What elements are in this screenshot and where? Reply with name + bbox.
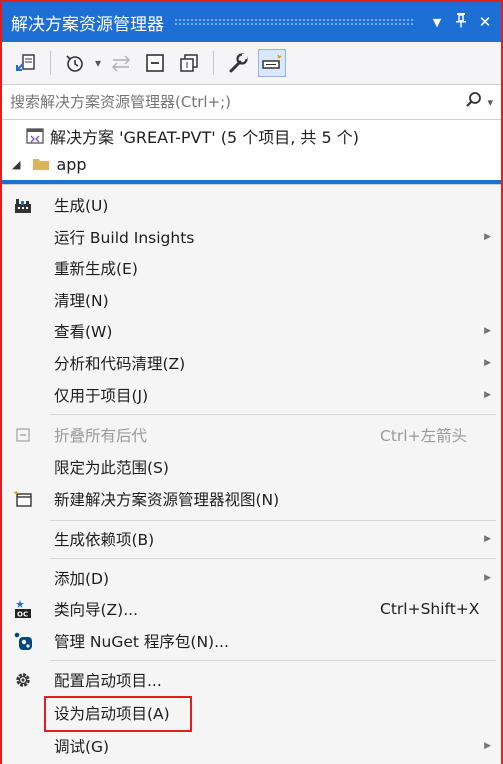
sync-view-icon[interactable] xyxy=(12,49,40,77)
solution-explorer-toolbar: ▾ xyxy=(2,42,501,84)
menu-item-add[interactable]: 添加(D) ▶ xyxy=(2,562,501,593)
search-options-dropdown-icon[interactable]: ▾ xyxy=(487,96,493,109)
menu-item-view[interactable]: 查看(W) ▶ xyxy=(2,315,501,346)
toolbar-separator xyxy=(213,51,215,75)
nuget-icon xyxy=(10,628,36,654)
menu-item-shortcut: Ctrl+Shift+X xyxy=(380,599,480,618)
title-grip[interactable] xyxy=(174,18,415,26)
project-label: app xyxy=(56,154,87,174)
search-box[interactable]: ▾ xyxy=(2,84,501,120)
tree-item-solution[interactable]: 解决方案 'GREAT-PVT' (5 个项目, 共 5 个) xyxy=(2,122,501,150)
menu-item-label: 管理 NuGet 程序包(N)... xyxy=(54,632,229,651)
show-all-files-icon[interactable] xyxy=(175,49,203,77)
menu-item-label: 新建解决方案资源管理器视图(N) xyxy=(54,490,280,509)
history-dropdown-icon[interactable]: ▾ xyxy=(95,56,101,70)
context-menu: 生成(U) 运行 Build Insights ▶ 重新生成(E) 清理(N) … xyxy=(2,184,501,764)
gear-icon xyxy=(10,667,36,693)
menu-item-analyze-code-cleanup[interactable]: 分析和代码清理(Z) ▶ xyxy=(2,347,501,378)
menu-item-label: 分析和代码清理(Z) xyxy=(54,354,186,373)
menu-item-label: 查看(W) xyxy=(54,322,113,341)
solution-label: 解决方案 'GREAT-PVT' (5 个项目, 共 5 个) xyxy=(50,128,360,147)
folder-icon xyxy=(32,156,50,172)
menu-item-label: 生成依赖项(B) xyxy=(54,530,155,549)
menu-item-rebuild[interactable]: 重新生成(E) xyxy=(2,252,501,283)
submenu-arrow-icon: ▶ xyxy=(484,572,491,583)
pin-icon[interactable] xyxy=(449,12,473,32)
menu-item-scope-to-this[interactable]: 限定为此范围(S) xyxy=(2,451,501,482)
submenu-arrow-icon: ▶ xyxy=(484,357,491,368)
preview-selected-icon[interactable] xyxy=(258,49,287,77)
submenu-arrow-icon: ▶ xyxy=(484,231,491,242)
panel-title: 解决方案资源管理器 xyxy=(11,14,164,35)
menu-item-project-only[interactable]: 仅用于项目(J) ▶ xyxy=(2,379,501,410)
submenu-arrow-icon: ▶ xyxy=(484,325,491,336)
search-input[interactable] xyxy=(10,93,466,111)
menu-item-label: 清理(N) xyxy=(54,291,109,310)
new-view-icon xyxy=(10,486,36,512)
solution-icon xyxy=(26,127,44,145)
close-icon[interactable]: ✕ xyxy=(473,13,497,31)
menu-item-shortcut: Ctrl+左箭头 xyxy=(380,426,468,445)
collapse-icon xyxy=(10,422,36,448)
menu-item-label: 运行 Build Insights xyxy=(54,228,195,247)
svg-text:OC: OC xyxy=(17,610,28,618)
menu-item-label: 限定为此范围(S) xyxy=(54,458,169,477)
tree-item-project-app[interactable]: ◢ app xyxy=(2,150,501,178)
menu-item-label: 类向导(Z)... xyxy=(54,600,138,619)
collapse-all-icon[interactable] xyxy=(141,49,169,77)
menu-item-manage-nuget[interactable]: 管理 NuGet 程序包(N)... xyxy=(2,625,501,656)
menu-item-clean[interactable]: 清理(N) xyxy=(2,284,501,315)
menu-item-label: 折叠所有后代 xyxy=(54,426,148,445)
menu-item-label: 添加(D) xyxy=(54,569,110,588)
submenu-arrow-icon: ▶ xyxy=(484,740,491,751)
submenu-arrow-icon: ▶ xyxy=(484,389,491,400)
menu-item-run-build-insights[interactable]: 运行 Build Insights ▶ xyxy=(2,221,501,252)
properties-wrench-icon[interactable] xyxy=(224,49,252,77)
class-wizard-icon: OC xyxy=(10,596,36,622)
history-icon[interactable] xyxy=(61,49,89,77)
menu-item-configure-startup[interactable]: 配置启动项目... xyxy=(2,664,501,695)
window-position-dropdown-icon[interactable]: ▼ xyxy=(425,16,449,29)
menu-item-build[interactable]: 生成(U) xyxy=(2,189,501,220)
menu-item-collapse-all-descendants[interactable]: 折叠所有后代 Ctrl+左箭头 xyxy=(2,419,501,450)
menu-item-label: 配置启动项目... xyxy=(54,671,162,690)
title-bar: 解决方案资源管理器 ▼ ✕ xyxy=(2,2,501,42)
menu-item-class-wizard[interactable]: OC 类向导(Z)... Ctrl+Shift+X xyxy=(2,593,501,624)
menu-item-label: 仅用于项目(J) xyxy=(54,386,149,405)
menu-item-label: 调试(G) xyxy=(54,737,110,756)
submenu-arrow-icon: ▶ xyxy=(484,533,491,544)
menu-separator xyxy=(50,558,496,559)
menu-item-build-dependencies[interactable]: 生成依赖项(B) ▶ xyxy=(2,523,501,554)
search-icon[interactable] xyxy=(465,91,483,114)
menu-item-label: 重新生成(E) xyxy=(54,259,138,278)
build-icon xyxy=(10,192,36,218)
menu-item-debug[interactable]: 调试(G) ▶ xyxy=(2,730,501,761)
menu-separator xyxy=(50,520,496,521)
toolbar-separator xyxy=(50,51,51,75)
highlight-box xyxy=(44,696,192,732)
back-forward-icon[interactable] xyxy=(107,49,135,77)
menu-item-label: 生成(U) xyxy=(54,196,109,215)
menu-separator xyxy=(50,414,496,415)
menu-item-new-explorer-view[interactable]: 新建解决方案资源管理器视图(N) xyxy=(2,483,501,514)
expand-arrow-icon[interactable]: ◢ xyxy=(12,158,20,171)
solution-tree: 解决方案 'GREAT-PVT' (5 个项目, 共 5 个) ◢ app xyxy=(2,120,501,180)
menu-separator xyxy=(50,660,496,661)
